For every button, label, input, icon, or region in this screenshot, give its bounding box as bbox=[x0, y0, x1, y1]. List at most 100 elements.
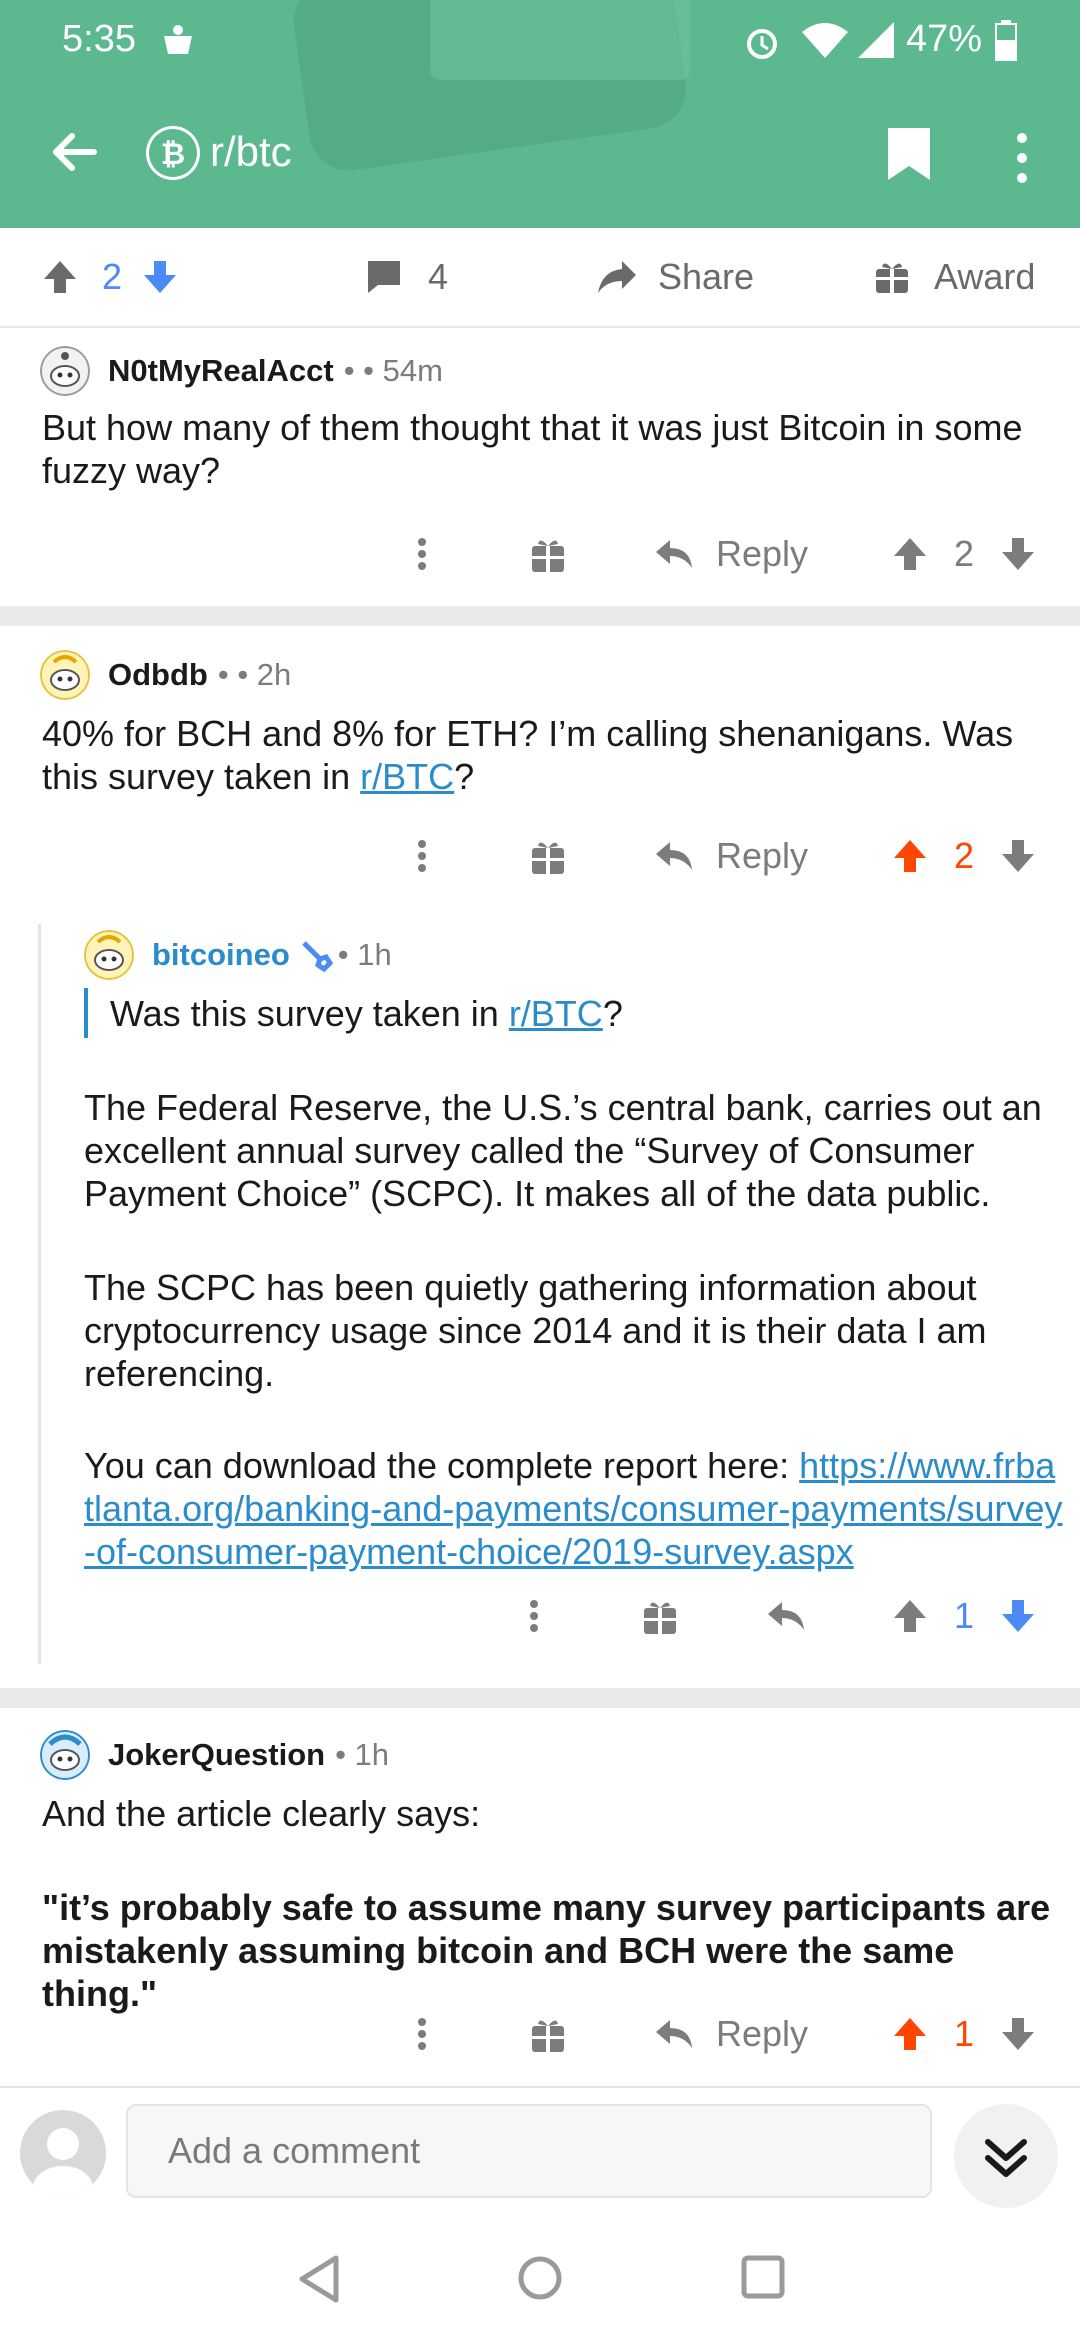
comment-username[interactable]: Odbdb bbox=[108, 657, 208, 693]
thread-line bbox=[38, 924, 41, 1664]
user-avatar-icon[interactable] bbox=[20, 2110, 106, 2196]
reply-label: Reply bbox=[716, 533, 809, 574]
comment-more-icon[interactable] bbox=[414, 2004, 430, 2064]
comment-meta: • 1h bbox=[335, 1737, 390, 1772]
post-action-bar: 2 4 Share Award bbox=[0, 228, 1080, 328]
comment-username[interactable]: bitcoineo bbox=[152, 937, 290, 973]
upvote-arrow-icon[interactable] bbox=[892, 826, 928, 886]
comment-quote: "it’s probably safe to assume many surve… bbox=[42, 1887, 1051, 2014]
bookmark-icon[interactable] bbox=[886, 126, 932, 182]
bitcoin-cash-icon: ₿ bbox=[149, 129, 197, 177]
comment-composer-bar: Add a comment bbox=[0, 2086, 1080, 2218]
nav-back-icon[interactable] bbox=[296, 2254, 344, 2304]
comment-separator bbox=[0, 1688, 1080, 1708]
comment-paragraph: The SCPC has been quietly gathering info… bbox=[84, 1267, 987, 1394]
comment-separator bbox=[0, 606, 1080, 626]
snoo-avatar-icon[interactable] bbox=[40, 346, 90, 396]
comment-actions: 1 bbox=[0, 1586, 1080, 1646]
quote-text: Was this survey taken in r/BTC? bbox=[110, 992, 1070, 1035]
comment-bubble-icon bbox=[368, 261, 400, 293]
downvote-arrow-icon[interactable] bbox=[1000, 826, 1036, 886]
comment-meta: • • 54m bbox=[343, 353, 443, 388]
nav-home-icon[interactable] bbox=[516, 2254, 564, 2302]
overflow-menu-icon[interactable] bbox=[1010, 128, 1034, 188]
upvote-arrow-icon[interactable] bbox=[892, 1586, 928, 1646]
downvote-arrow-icon[interactable] bbox=[1000, 524, 1036, 584]
nav-recents-icon[interactable] bbox=[740, 2254, 786, 2300]
upvote-arrow-icon[interactable] bbox=[892, 2004, 928, 2064]
comment-item: JokerQuestion • 1h And the article clear… bbox=[0, 1708, 1080, 2086]
comment-header: N0tMyRealAcct • • 54m bbox=[40, 346, 443, 396]
award-label: Award bbox=[934, 256, 1036, 297]
comment-more-icon[interactable] bbox=[414, 524, 430, 584]
subreddit-link[interactable]: r/BTC bbox=[360, 756, 454, 797]
reply-arrow-icon[interactable] bbox=[766, 1586, 806, 1646]
comment-header: JokerQuestion • 1h bbox=[40, 1730, 389, 1780]
comment-vote-count: 2 bbox=[954, 835, 975, 876]
comment-actions: Reply 2 bbox=[0, 524, 1080, 584]
system-nav-bar bbox=[0, 2216, 1080, 2340]
award-gift-icon[interactable] bbox=[530, 826, 566, 886]
comment-more-icon[interactable] bbox=[414, 826, 430, 886]
downvote-arrow-icon[interactable] bbox=[1000, 2004, 1036, 2064]
comment-username[interactable]: N0tMyRealAcct bbox=[108, 353, 334, 389]
reply-arrow-icon bbox=[656, 842, 692, 870]
comment-vote-count: 1 bbox=[954, 2013, 975, 2054]
quote-suffix: ? bbox=[602, 993, 623, 1034]
subreddit-header: 5:35 47% ₿ r/btc bbox=[0, 0, 1080, 228]
add-comment-input[interactable]: Add a comment bbox=[126, 2104, 932, 2198]
quote-bar bbox=[84, 988, 88, 1038]
post-comments-button[interactable]: 4 bbox=[364, 228, 448, 326]
battery-icon bbox=[995, 20, 1017, 61]
comment-body: 40% for BCH and 8% for ETH? I’m calling … bbox=[42, 712, 1052, 798]
comment-username[interactable]: JokerQuestion bbox=[108, 1737, 325, 1773]
gift-icon bbox=[876, 263, 908, 293]
downvote-arrow-icon[interactable] bbox=[1000, 1586, 1036, 1646]
comment-header: Odbdb • • 2h bbox=[40, 650, 291, 700]
default-avatar-icon bbox=[33, 2128, 93, 2196]
snoo-avatar-icon[interactable] bbox=[40, 650, 90, 700]
award-gift-icon[interactable] bbox=[642, 1586, 678, 1646]
comment-item: Odbdb • • 2h 40% for BCH and 8% for ETH?… bbox=[0, 626, 1080, 886]
upvote-arrow-icon[interactable] bbox=[40, 257, 80, 297]
post-vote-count: 2 bbox=[102, 256, 123, 297]
reply-button[interactable]: Reply bbox=[654, 2004, 808, 2064]
comment-actions: Reply 1 bbox=[0, 2004, 1080, 2064]
svg-text:₿: ₿ bbox=[161, 138, 185, 171]
expand-comments-button[interactable] bbox=[954, 2104, 1058, 2208]
op-wrench-icon bbox=[302, 941, 333, 973]
award-button[interactable]: Award bbox=[874, 228, 1035, 326]
reply-arrow-icon bbox=[656, 2020, 692, 2048]
comment-text: You can download the complete report her… bbox=[84, 1445, 800, 1486]
upvote-arrow-icon[interactable] bbox=[892, 524, 928, 584]
comment-actions: Reply 2 bbox=[0, 826, 1080, 886]
share-button[interactable]: Share bbox=[596, 228, 754, 326]
award-gift-icon[interactable] bbox=[530, 2004, 566, 2064]
comment-body: But how many of them thought that it was… bbox=[42, 407, 1023, 491]
reply-arrow-icon bbox=[656, 540, 692, 568]
comment-body: And the article clearly says: bbox=[42, 1793, 481, 1834]
subreddit-name[interactable]: r/btc bbox=[210, 128, 292, 176]
reply-button[interactable]: Reply bbox=[654, 524, 808, 584]
back-arrow-icon[interactable] bbox=[44, 122, 104, 182]
reply-label: Reply bbox=[716, 835, 809, 876]
subreddit-link[interactable]: r/BTC bbox=[509, 993, 603, 1034]
double-chevron-down-icon bbox=[985, 2139, 1027, 2177]
snoo-avatar-icon[interactable] bbox=[40, 1730, 90, 1780]
award-gift-icon[interactable] bbox=[530, 524, 566, 584]
comment-paragraph: You can download the complete report her… bbox=[84, 1444, 1064, 1573]
comment-item: N0tMyRealAcct • • 54m But how many of th… bbox=[0, 326, 1080, 606]
comment-more-icon[interactable] bbox=[526, 1586, 542, 1646]
signal-icon bbox=[858, 22, 894, 58]
comment-vote-count: 2 bbox=[954, 533, 975, 574]
comment-text: 40% for BCH and 8% for ETH? I’m calling … bbox=[42, 713, 1014, 797]
snoo-avatar-icon[interactable] bbox=[84, 930, 134, 980]
downvote-arrow-icon[interactable] bbox=[140, 257, 180, 297]
reply-button[interactable]: Reply bbox=[654, 826, 808, 886]
quote-prefix: Was this survey taken in bbox=[110, 993, 509, 1034]
subreddit-icon[interactable]: ₿ bbox=[146, 126, 200, 180]
status-bar: 5:35 47% bbox=[0, 0, 1080, 80]
notification-icon bbox=[164, 25, 192, 54]
post-vote-group: 2 bbox=[40, 228, 180, 326]
status-time: 5:35 bbox=[62, 18, 136, 60]
